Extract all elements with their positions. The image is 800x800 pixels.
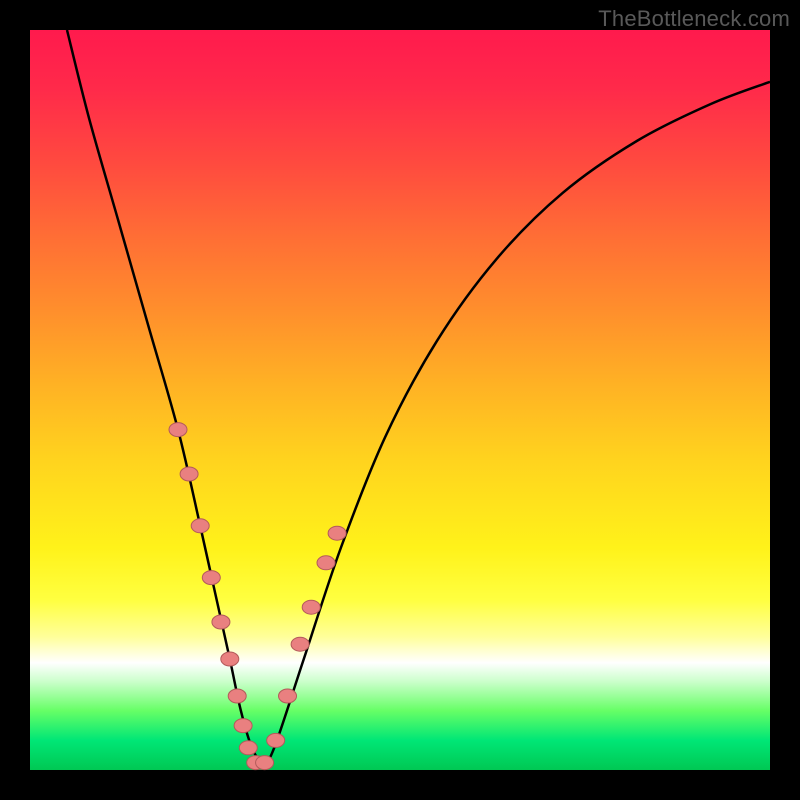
bottleneck-curve [67,30,770,763]
marker-bead [239,741,257,755]
marker-bead [180,467,198,481]
marker-bead [228,689,246,703]
marker-bead [291,637,309,651]
marker-bead [317,556,335,570]
marker-bead [279,689,297,703]
marker-bead [302,600,320,614]
marker-bead [256,756,274,770]
marker-bead [328,526,346,540]
marker-group [169,423,346,770]
marker-bead [202,571,220,585]
marker-bead [234,719,252,733]
marker-bead [191,519,209,533]
chart-frame: TheBottleneck.com [0,0,800,800]
watermark-text: TheBottleneck.com [598,6,790,32]
marker-bead [169,423,187,437]
plot-area [30,30,770,770]
marker-bead [267,733,285,747]
marker-bead [212,615,230,629]
curve-overlay [30,30,770,770]
marker-bead [221,652,239,666]
